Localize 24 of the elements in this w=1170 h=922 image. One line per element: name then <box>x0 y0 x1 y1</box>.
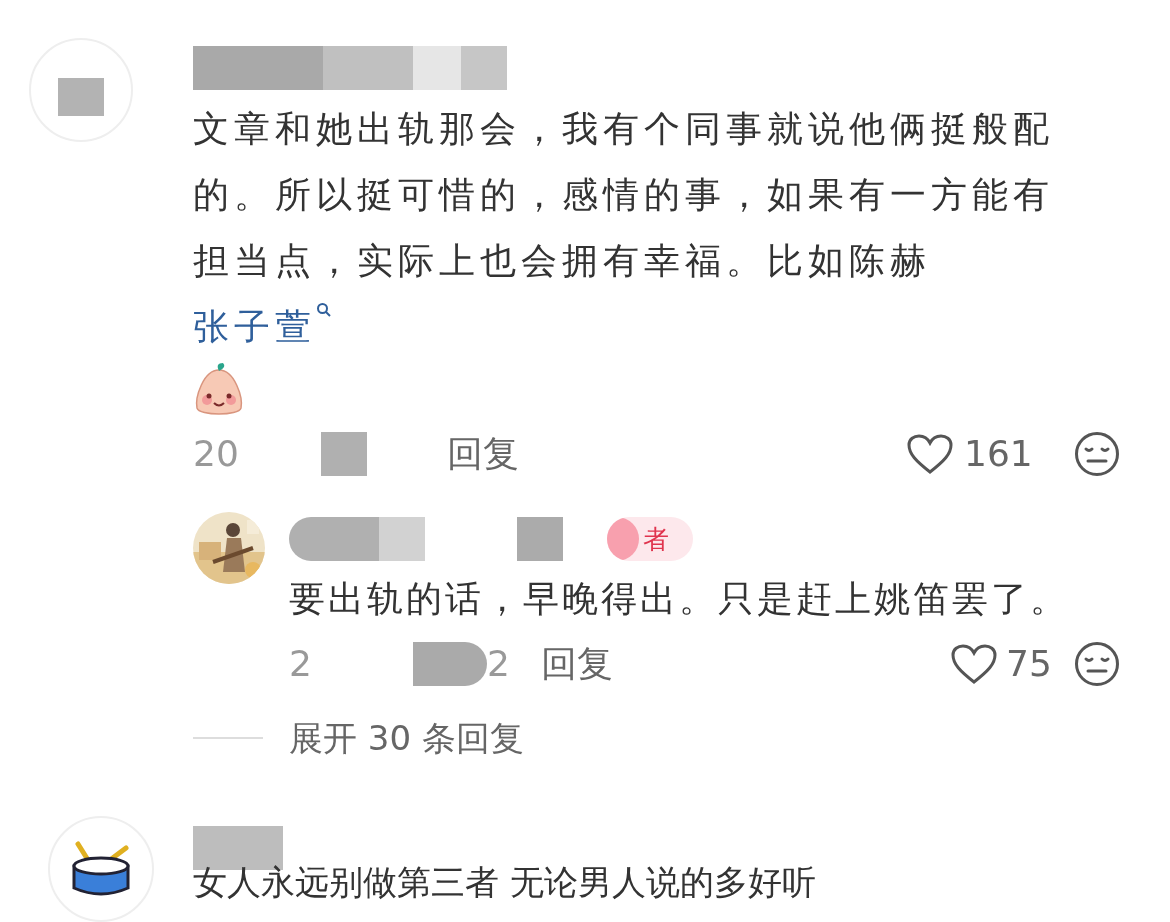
reply-button[interactable]: 回复 <box>541 637 613 691</box>
comment-text: 女人永远别做第三者 无论男人说的多好听 <box>193 861 817 904</box>
search-icon <box>316 302 332 318</box>
expand-replies-button[interactable]: 展开 30 条回复 <box>289 712 524 764</box>
redaction-block <box>321 432 367 476</box>
mention-link[interactable]: 张子萱 <box>193 306 332 347</box>
expressionless-face-icon[interactable] <box>1074 641 1120 687</box>
reply-button[interactable]: 回复 <box>447 427 519 481</box>
redaction-block <box>58 78 104 116</box>
like-count: 161 <box>964 432 1034 476</box>
reply-date: 2 <box>289 642 313 686</box>
author-badge: 者 <box>607 517 693 561</box>
comment-text: 文章和她出轨那会，我有个同事就说他俩挺般配的。所以挺可惜的，感情的事，如果有一方能有担当点，实际上也会拥有幸福。比如陈赫 张子萱 <box>193 107 1055 349</box>
expressionless-face-icon[interactable] <box>1074 431 1120 477</box>
like-count: 75 <box>1006 642 1053 686</box>
drum-icon <box>70 840 132 898</box>
heart-icon[interactable] <box>906 433 954 475</box>
reply-text: 要出轨的话，早晚得出。只是赶上姚笛罢了。 <box>289 577 1070 621</box>
avatar[interactable] <box>48 816 154 922</box>
reply-date: 2 <box>487 642 511 686</box>
redaction-block <box>461 46 507 90</box>
redaction-block <box>517 517 563 561</box>
heart-icon[interactable] <box>950 643 998 685</box>
comment-date: 20 <box>193 432 240 476</box>
